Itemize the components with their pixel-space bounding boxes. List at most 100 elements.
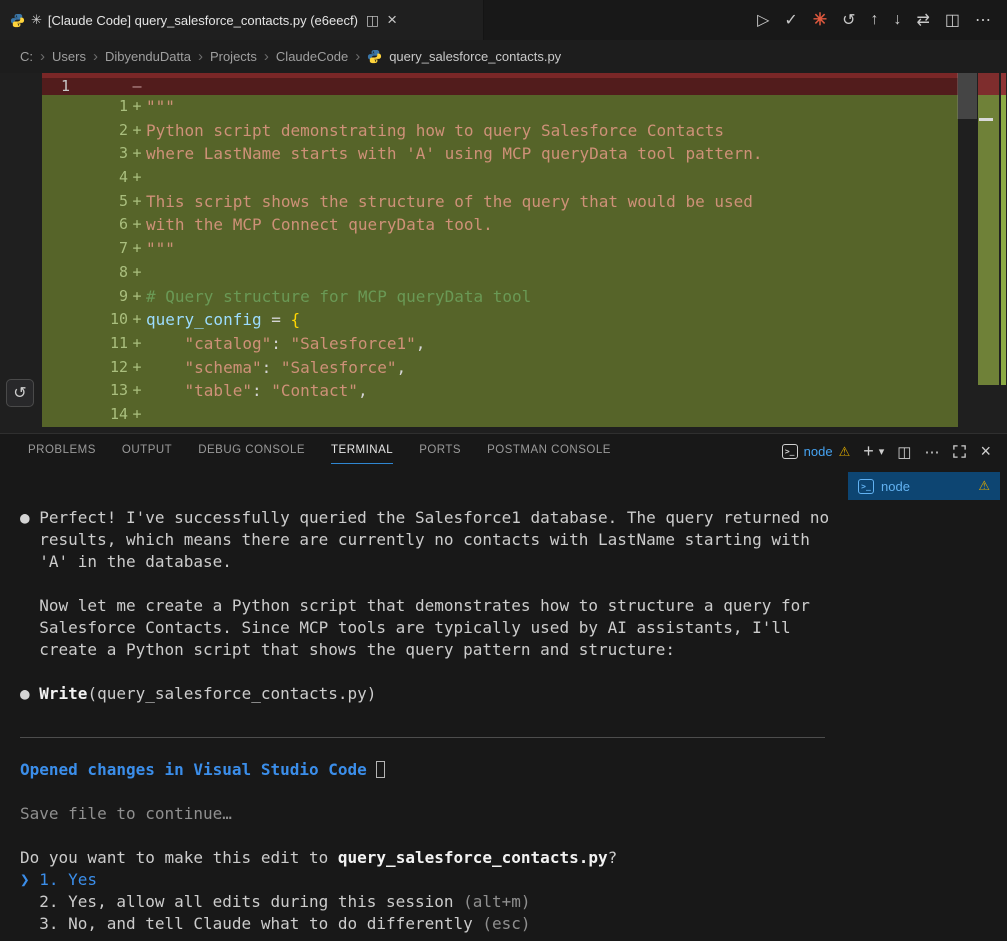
diff-added-line[interactable]: 9+# Query structure for MCP queryData to… [42, 285, 958, 309]
terminal-line: Save file to continue… [20, 803, 848, 825]
breadcrumb-item[interactable]: Projects [210, 49, 257, 64]
tab-open-changes-button[interactable]: ◫ [364, 12, 381, 29]
python-icon [367, 49, 382, 64]
diff-added-line[interactable]: 2+Python script demonstrating how to que… [42, 119, 958, 143]
minimap-cursor-mark [979, 118, 993, 121]
panel-tabs: PROBLEMS OUTPUT DEBUG CONSOLE TERMINAL PORTS… [0, 434, 611, 469]
line-number-old [42, 119, 70, 143]
panel-tab-debug-console[interactable]: DEBUG CONSOLE [198, 434, 305, 469]
editor-tab[interactable]: ✳ [Claude Code] query_salesforce_contact… [0, 0, 484, 40]
terminal-tab-label: node [881, 479, 910, 494]
python-icon [10, 13, 25, 28]
diff-added-line[interactable]: 10+query_config = { [42, 308, 958, 332]
breadcrumb-item[interactable]: query_salesforce_contacts.py [389, 49, 561, 64]
terminal-separator [20, 737, 825, 759]
previous-change-button[interactable]: ↑ [870, 11, 878, 29]
minimap[interactable] [977, 73, 1007, 433]
panel-tab-postman-console[interactable]: POSTMAN CONSOLE [487, 434, 611, 469]
code-text [146, 166, 958, 190]
new-terminal-button[interactable]: + [863, 441, 874, 462]
swap-diff-sides-button[interactable]: ⇄ [916, 10, 929, 30]
code-text: Python script demonstrating how to query… [146, 119, 958, 143]
terminal-line: 3. No, and tell Claude what to do differ… [20, 913, 848, 935]
diff-deleted-line[interactable]: 1– [42, 73, 958, 95]
line-number-new: 1 [70, 95, 128, 119]
breadcrumb-item[interactable]: DibyenduDatta [105, 49, 191, 64]
panel-tab-terminal[interactable]: TERMINAL [331, 434, 393, 469]
diff-added-line[interactable]: 7+""" [42, 237, 958, 261]
diff-added-line[interactable]: 4+ [42, 166, 958, 190]
line-number-new: 11 [70, 332, 128, 356]
diff-lines: 1–1+"""2+Python script demonstrating how… [0, 73, 1007, 427]
diff-sign: + [128, 356, 146, 380]
line-number-new: 9 [70, 285, 128, 309]
diff-added-line[interactable]: 8+ [42, 261, 958, 285]
run-button[interactable]: ▷ [757, 10, 769, 30]
terminal-tab-node[interactable]: >_ node ⚠ [848, 472, 1000, 500]
breadcrumb-item[interactable]: Users [52, 49, 86, 64]
maximize-panel-button[interactable] [952, 444, 967, 459]
split-editor-button[interactable]: ◫ [945, 10, 960, 30]
claude-icon[interactable]: ✳ [813, 10, 827, 30]
diff-added-line[interactable]: 5+This script shows the structure of the… [42, 190, 958, 214]
diff-added-line[interactable]: 1+""" [42, 95, 958, 119]
minimap-deleted-block [978, 73, 999, 95]
diff-added-line[interactable]: 3+where LastName starts with 'A' using M… [42, 142, 958, 166]
terminal-selector[interactable]: >_ node ⚠ [782, 444, 851, 460]
line-number-old [42, 379, 70, 403]
discard-button[interactable]: ↺ [842, 10, 855, 30]
code-text [146, 78, 958, 95]
split-terminal-button[interactable]: ◫ [897, 443, 911, 461]
panel-toolbar: >_ node ⚠ + ▾ ◫ ⋯ × [782, 441, 1007, 462]
terminal-line: ● Write(query_salesforce_contacts.py) [20, 683, 848, 705]
line-number-new: 7 [70, 237, 128, 261]
terminal-icon: >_ [858, 479, 874, 494]
diff-added-line[interactable]: 14+ [42, 403, 958, 427]
accept-changes-button[interactable]: ✓ [784, 10, 797, 30]
diff-sign: + [128, 213, 146, 237]
breadcrumb-item[interactable]: C: [20, 49, 33, 64]
terminal-line: create a Python script that shows the qu… [20, 639, 848, 661]
diff-added-line[interactable]: 6+with the MCP Connect queryData tool. [42, 213, 958, 237]
terminal-dropdown-button[interactable]: ▾ [879, 445, 885, 458]
close-panel-button[interactable]: × [980, 441, 991, 462]
terminal-line: results, which means there are currently… [20, 529, 848, 551]
panel-tab-problems[interactable]: PROBLEMS [28, 434, 96, 469]
diff-sign: + [128, 285, 146, 309]
diff-added-line[interactable]: 13+ "table": "Contact", [42, 379, 958, 403]
line-number-new: 8 [70, 261, 128, 285]
line-number-old [42, 356, 70, 380]
line-number-new: 4 [70, 166, 128, 190]
line-number-old [42, 237, 70, 261]
line-number-new: 12 [70, 356, 128, 380]
panel-tab-ports[interactable]: PORTS [419, 434, 461, 469]
code-text [146, 261, 958, 285]
terminal-tabs-list: >_ node ⚠ [848, 469, 1007, 941]
more-actions-button[interactable]: ⋯ [975, 10, 991, 30]
line-number-old [42, 332, 70, 356]
tab-close-button[interactable]: × [387, 10, 397, 30]
diff-added-line[interactable]: 12+ "schema": "Salesforce", [42, 356, 958, 380]
line-number-old [42, 190, 70, 214]
breadcrumb-chevron-icon: › [198, 48, 203, 65]
terminal-line: Opened changes in Visual Studio Code [20, 759, 848, 781]
undo-overlay-button[interactable]: ↺ [6, 379, 34, 407]
terminal-output[interactable]: ● Perfect! I've successfully queried the… [0, 469, 848, 941]
diff-sign: + [128, 95, 146, 119]
code-text: "schema": "Salesforce", [146, 356, 958, 380]
overview-ruler-deleted-mark [1001, 73, 1006, 95]
diff-editor[interactable]: 1–1+"""2+Python script demonstrating how… [0, 73, 1007, 433]
terminal-line: Salesforce Contacts. Since MCP tools are… [20, 617, 848, 639]
editor-scrollbar[interactable] [957, 73, 977, 119]
line-number-old [42, 308, 70, 332]
breadcrumb-item[interactable]: ClaudeCode [276, 49, 348, 64]
next-change-button[interactable]: ↓ [893, 11, 901, 29]
terminal-line [20, 825, 848, 847]
diff-sign: + [128, 190, 146, 214]
line-number-new [70, 78, 128, 95]
panel-tab-output[interactable]: OUTPUT [122, 434, 172, 469]
diff-added-line[interactable]: 11+ "catalog": "Salesforce1", [42, 332, 958, 356]
panel-more-button[interactable]: ⋯ [924, 443, 939, 461]
line-number-old [42, 261, 70, 285]
bottom-panel: PROBLEMS OUTPUT DEBUG CONSOLE TERMINAL PORTS… [0, 433, 1007, 941]
